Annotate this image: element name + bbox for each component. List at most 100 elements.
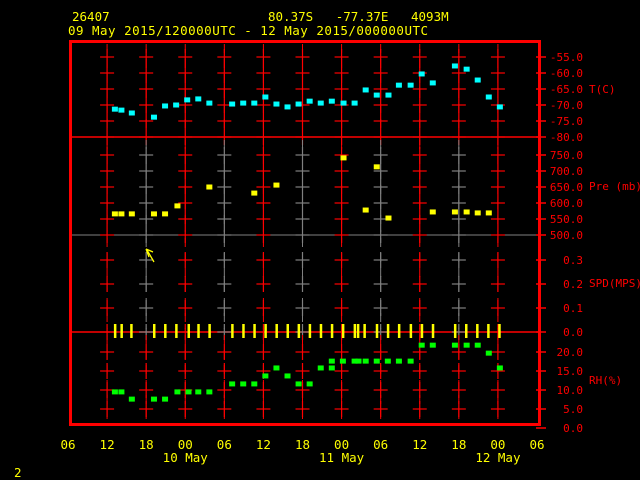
- speed-mark: [319, 324, 323, 338]
- pressure-point: [373, 164, 380, 170]
- pressure-point: [340, 155, 347, 161]
- x-tick-label: 06: [529, 437, 544, 452]
- humidity-point: [306, 381, 313, 387]
- humidity-point: [328, 365, 335, 371]
- x-tick-label: 12: [412, 437, 427, 452]
- temperature-point: [128, 110, 135, 116]
- speed-mark: [242, 324, 245, 338]
- humidity-point: [339, 358, 346, 364]
- pressure-point: [474, 210, 481, 216]
- day-label: 12 May: [475, 450, 521, 465]
- humidity-point: [206, 389, 213, 395]
- station-location: 80.37S -77.37E 4093M: [268, 9, 449, 24]
- humidity-point: [174, 389, 181, 395]
- y-tick-label: 700.0: [550, 165, 583, 178]
- pressure-point: [385, 215, 392, 221]
- humidity-point: [128, 396, 135, 402]
- humidity-point: [195, 389, 202, 395]
- speed-mark: [464, 324, 468, 338]
- speed-mark: [130, 324, 133, 338]
- y-tick-label: -65.0: [550, 83, 583, 96]
- humidity-point: [240, 381, 247, 387]
- pressure-point: [128, 211, 135, 217]
- speed-mark: [356, 324, 360, 338]
- x-tick-label: 18: [139, 437, 154, 452]
- humidity-point: [162, 396, 169, 402]
- pressure-point: [429, 209, 436, 215]
- speed-mark: [197, 324, 200, 338]
- humidity-point: [485, 350, 492, 356]
- y-tick-label: 650.0: [550, 181, 583, 194]
- humidity-point: [395, 358, 402, 364]
- speed-mark: [308, 324, 312, 338]
- pressure-point: [251, 190, 258, 196]
- x-tick-label: 18: [451, 437, 466, 452]
- speed-mark: [330, 324, 334, 338]
- y-tick-label: 600.0: [550, 197, 583, 210]
- panel-label-temperature: T(C): [589, 83, 616, 96]
- y-tick-label: -70.0: [550, 99, 583, 112]
- humidity-point: [463, 342, 470, 348]
- speed-mark: [397, 324, 401, 338]
- y-tick-label: 0.0: [563, 326, 583, 339]
- humidity-point: [111, 389, 118, 395]
- temperature-point: [351, 100, 358, 106]
- speed-mark: [152, 324, 156, 338]
- station-id: 26407: [72, 9, 110, 24]
- temperature-point: [195, 96, 202, 102]
- day-label: 11 May: [319, 450, 365, 465]
- temperature-point: [496, 104, 503, 110]
- speed-mark: [409, 324, 413, 338]
- speed-mark: [363, 324, 366, 338]
- data-marks: [111, 63, 503, 402]
- temperature-point: [162, 103, 169, 109]
- temperature-point: [328, 98, 335, 104]
- humidity-point: [262, 373, 269, 379]
- temperature-point: [262, 94, 269, 100]
- temperature-point: [485, 94, 492, 100]
- humidity-point: [373, 358, 380, 364]
- humidity-point: [384, 358, 391, 364]
- temperature-point: [317, 100, 324, 106]
- speed-mark: [253, 324, 256, 338]
- pressure-point: [273, 182, 280, 188]
- y-tick-label: 500.0: [550, 229, 583, 242]
- day-label: 10 May: [163, 450, 209, 465]
- y-tick-label: 0.0: [563, 422, 583, 435]
- temperature-point: [118, 107, 125, 113]
- temperature-point: [340, 100, 347, 106]
- y-tick-label: 15.0: [557, 365, 584, 378]
- plot-frame: [69, 40, 541, 426]
- x-tick-label: 12: [256, 437, 271, 452]
- y-tick-label: 550.0: [550, 213, 583, 226]
- pressure-point: [362, 207, 369, 213]
- temperature-point: [418, 71, 425, 77]
- temperature-point: [240, 100, 247, 106]
- speed-mark: [487, 324, 490, 338]
- speed-mark: [275, 324, 278, 338]
- y-tick-label: 750.0: [550, 149, 583, 162]
- temperature-point: [463, 66, 470, 72]
- temperature-point: [474, 77, 481, 83]
- temperature-point: [111, 106, 118, 112]
- pressure-point: [118, 211, 125, 217]
- temperature-point: [385, 92, 392, 98]
- pressure-point: [174, 203, 181, 209]
- pressure-point: [485, 210, 492, 216]
- speed-mark: [231, 324, 234, 338]
- humidity-point: [362, 358, 369, 364]
- temperature-point: [184, 97, 191, 103]
- x-tick-label: 06: [60, 437, 75, 452]
- humidity-point: [407, 358, 414, 364]
- x-tick-label: 06: [217, 437, 232, 452]
- temperature-point: [251, 100, 258, 106]
- humidity-point: [496, 365, 503, 371]
- humidity-point: [251, 381, 258, 387]
- pressure-point: [463, 209, 470, 215]
- temperature-point: [407, 82, 414, 88]
- humidity-point: [451, 342, 458, 348]
- y-tick-label: 0.2: [563, 278, 583, 291]
- speed-mark: [420, 324, 424, 338]
- temperature-point: [284, 104, 291, 110]
- axes: -80.0 -75.0 -70.0 -65.0 -60.0 -55.0 T(C) 500.0 5…: [60, 51, 640, 465]
